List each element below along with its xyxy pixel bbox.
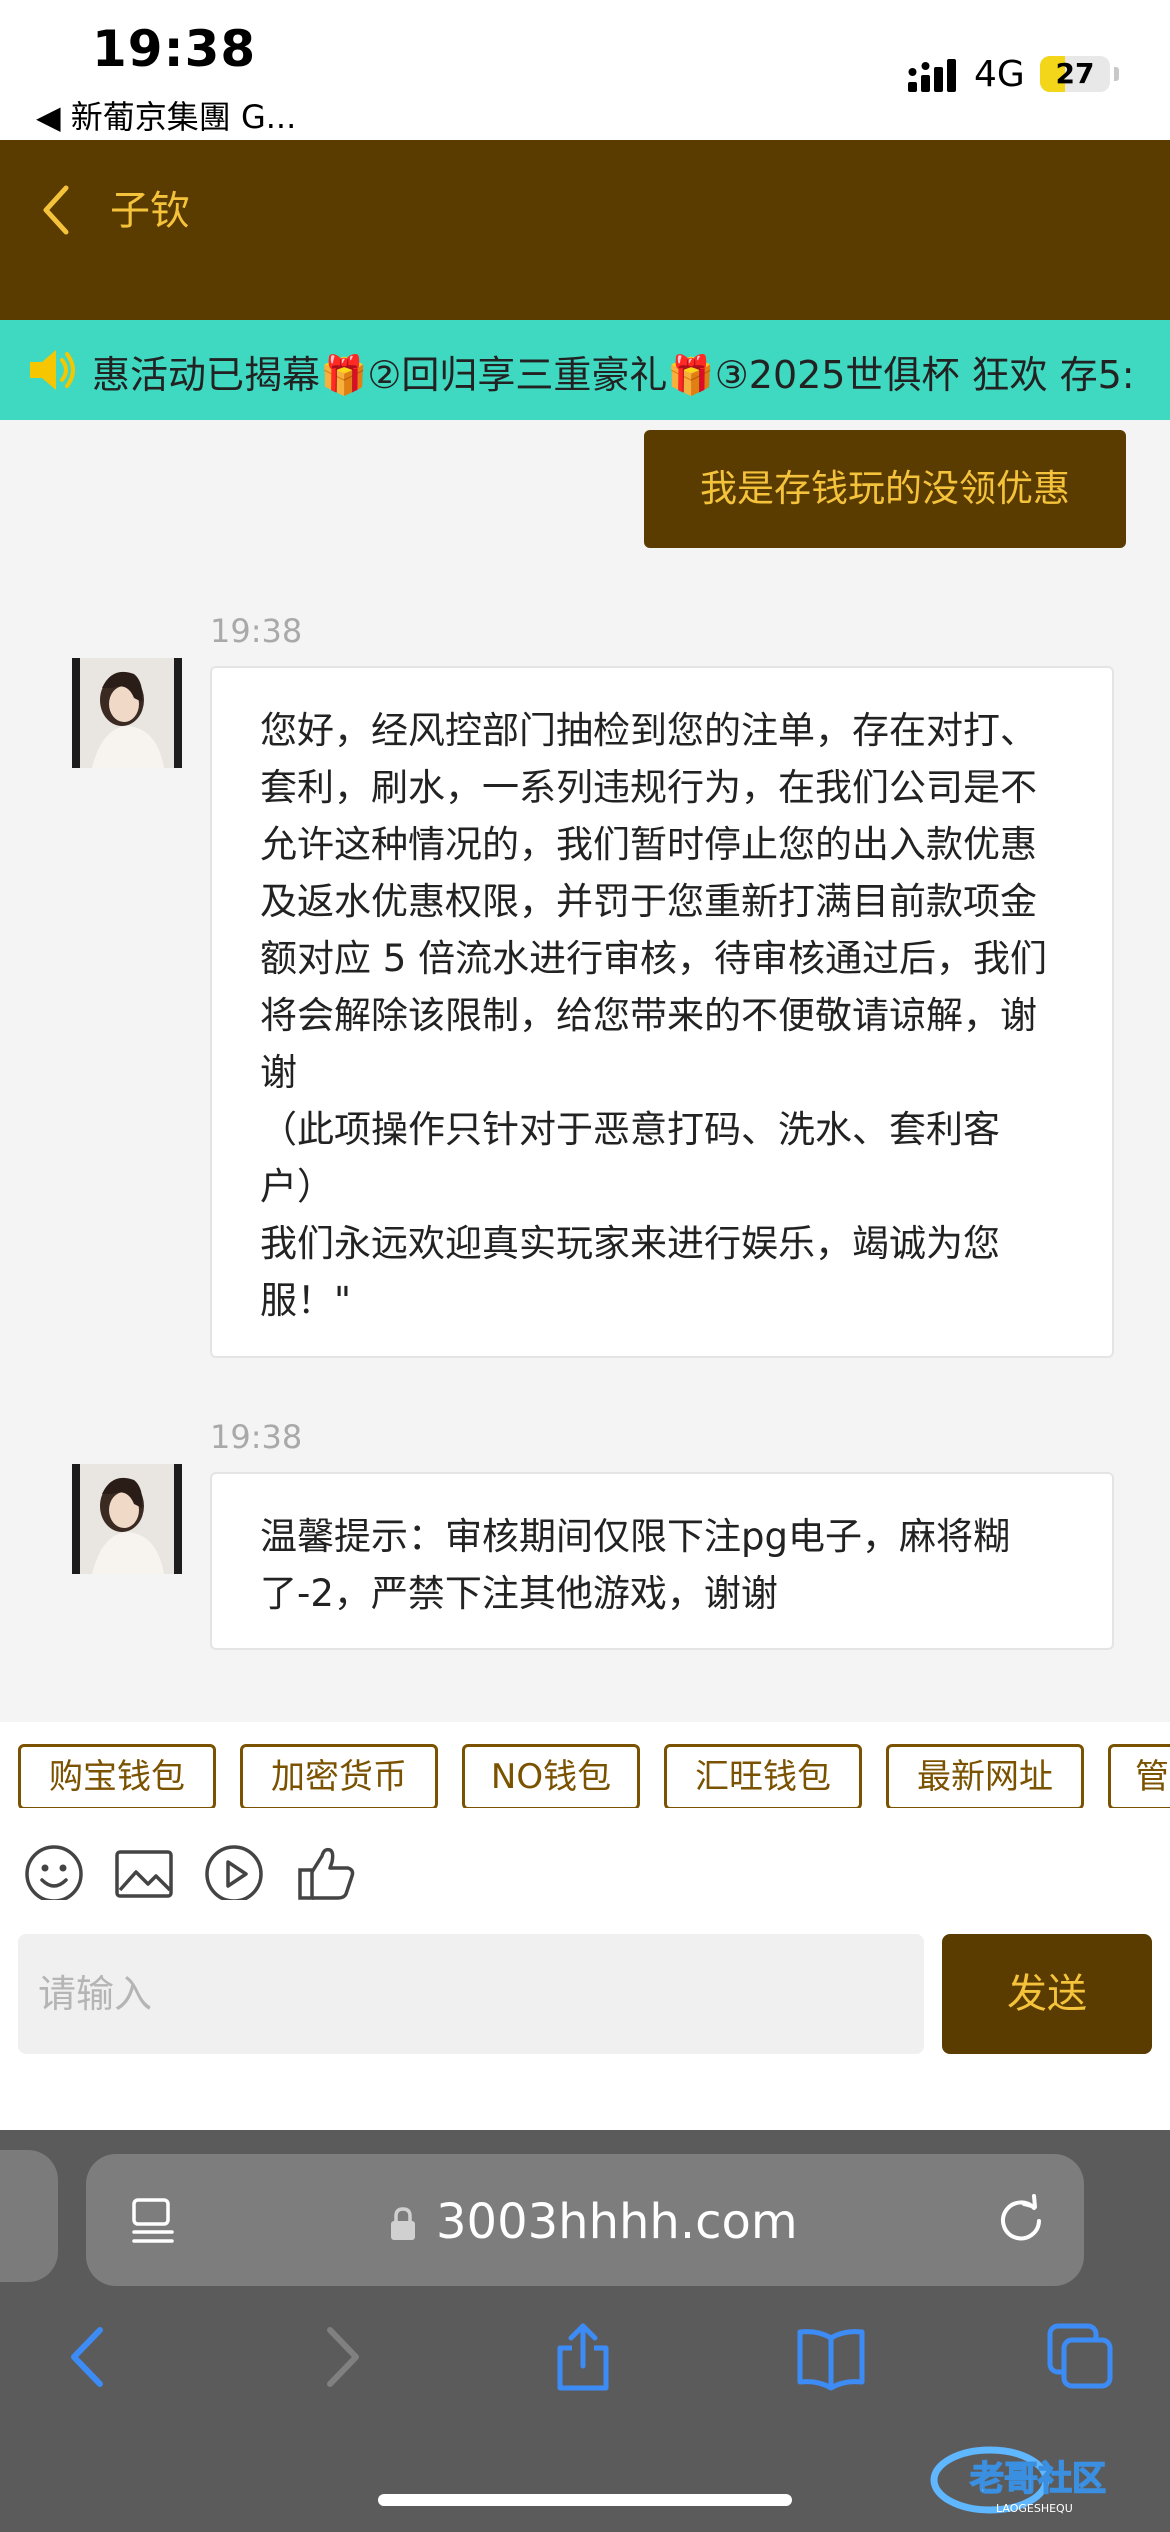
- thumbs-up-icon[interactable]: [294, 1842, 358, 1906]
- signal-icon: [908, 59, 956, 92]
- send-button[interactable]: 发送: [942, 1934, 1152, 2054]
- reload-icon[interactable]: [994, 2194, 1048, 2248]
- speaker-icon: [30, 350, 75, 390]
- outgoing-message-text: 我是存钱玩的没领优惠: [700, 467, 1070, 510]
- quick-tag-overflow[interactable]: 管: [1108, 1744, 1170, 1808]
- message-timestamp: 19:38: [210, 612, 303, 650]
- message-timestamp: 19:38: [210, 1418, 303, 1456]
- outgoing-message: 我是存钱玩的没领优惠: [644, 430, 1126, 548]
- announcement-marquee[interactable]: 惠活动已揭幕🎁②回归享三重豪礼🎁③2025世俱杯 狂欢 存5:: [0, 320, 1170, 420]
- status-time: 19:38: [92, 20, 257, 78]
- svg-text:老哥社区: 老哥社区: [970, 2459, 1106, 2499]
- chat-header: 子钦: [0, 140, 1170, 320]
- back-icon[interactable]: [54, 2322, 124, 2392]
- agent-avatar: [72, 658, 182, 768]
- quick-reply-bar: 购宝钱包 加密货币 NO钱包 汇旺钱包 最新网址 管: [0, 1722, 1170, 1808]
- incoming-message-text: 温馨提示：审核期间仅限下注pg电子，麻将糊了-2，严禁下注其他游戏，谢谢: [260, 1515, 1010, 1615]
- chat-title: 子钦: [110, 188, 190, 234]
- battery-icon: 27: [1040, 56, 1110, 92]
- status-bar: 19:38 ◀ 新葡京集團 G... 4G 27: [0, 0, 1170, 140]
- emoji-icon[interactable]: [22, 1842, 86, 1906]
- previous-tab-preview[interactable]: [0, 2150, 58, 2282]
- agent-avatar: [72, 1464, 182, 1574]
- quick-tag-no-wallet[interactable]: NO钱包: [462, 1744, 640, 1808]
- message-input[interactable]: [18, 1934, 924, 2054]
- avatar-image: [72, 658, 182, 768]
- incoming-message: 温馨提示：审核期间仅限下注pg电子，麻将糊了-2，严禁下注其他游戏，谢谢: [210, 1472, 1114, 1650]
- svg-text:LAOGESHEQU: LAOGESHEQU: [996, 2502, 1073, 2515]
- forward-icon[interactable]: [306, 2322, 376, 2392]
- marquee-text: 惠活动已揭幕🎁②回归享三重豪礼🎁③2025世俱杯 狂欢 存5:: [92, 353, 1135, 397]
- quick-tag-crypto[interactable]: 加密货币: [240, 1744, 438, 1808]
- address-bar[interactable]: 3003hhhh.com: [86, 2154, 1084, 2286]
- network-type: 4G: [974, 54, 1025, 95]
- url-text: 3003hhhh.com: [436, 2194, 798, 2250]
- bookmarks-icon[interactable]: [796, 2322, 866, 2392]
- battery-tip: [1114, 67, 1119, 81]
- message-input-row: 发送: [0, 1900, 1170, 2130]
- lock-icon: [391, 2207, 415, 2240]
- incoming-message-text: 您好，经风控部门抽检到您的注单，存在对打、套利，刷水，一系列违规行为，在我们公司…: [260, 709, 1048, 1322]
- battery-level-text: 27: [1055, 57, 1095, 90]
- back-arrow-icon[interactable]: [36, 180, 76, 240]
- quick-tag-latest-url[interactable]: 最新网址: [886, 1744, 1084, 1808]
- share-icon[interactable]: [548, 2322, 618, 2392]
- reader-icon[interactable]: [130, 2196, 180, 2246]
- quick-tag-gobao-wallet[interactable]: 购宝钱包: [18, 1744, 216, 1808]
- home-indicator[interactable]: [378, 2494, 792, 2506]
- video-icon[interactable]: [202, 1842, 266, 1906]
- quick-tag-huiwang-wallet[interactable]: 汇旺钱包: [664, 1744, 862, 1808]
- back-to-app-link[interactable]: ◀ 新葡京集團 G...: [36, 92, 296, 138]
- tabs-icon[interactable]: [1046, 2322, 1116, 2392]
- image-icon[interactable]: [112, 1842, 176, 1906]
- avatar-image: [72, 1464, 182, 1574]
- watermark-logo: 老哥社区 LAOGESHEQU: [930, 2446, 1107, 2515]
- incoming-message: 您好，经风控部门抽检到您的注单，存在对打、套利，刷水，一系列违规行为，在我们公司…: [210, 666, 1114, 1358]
